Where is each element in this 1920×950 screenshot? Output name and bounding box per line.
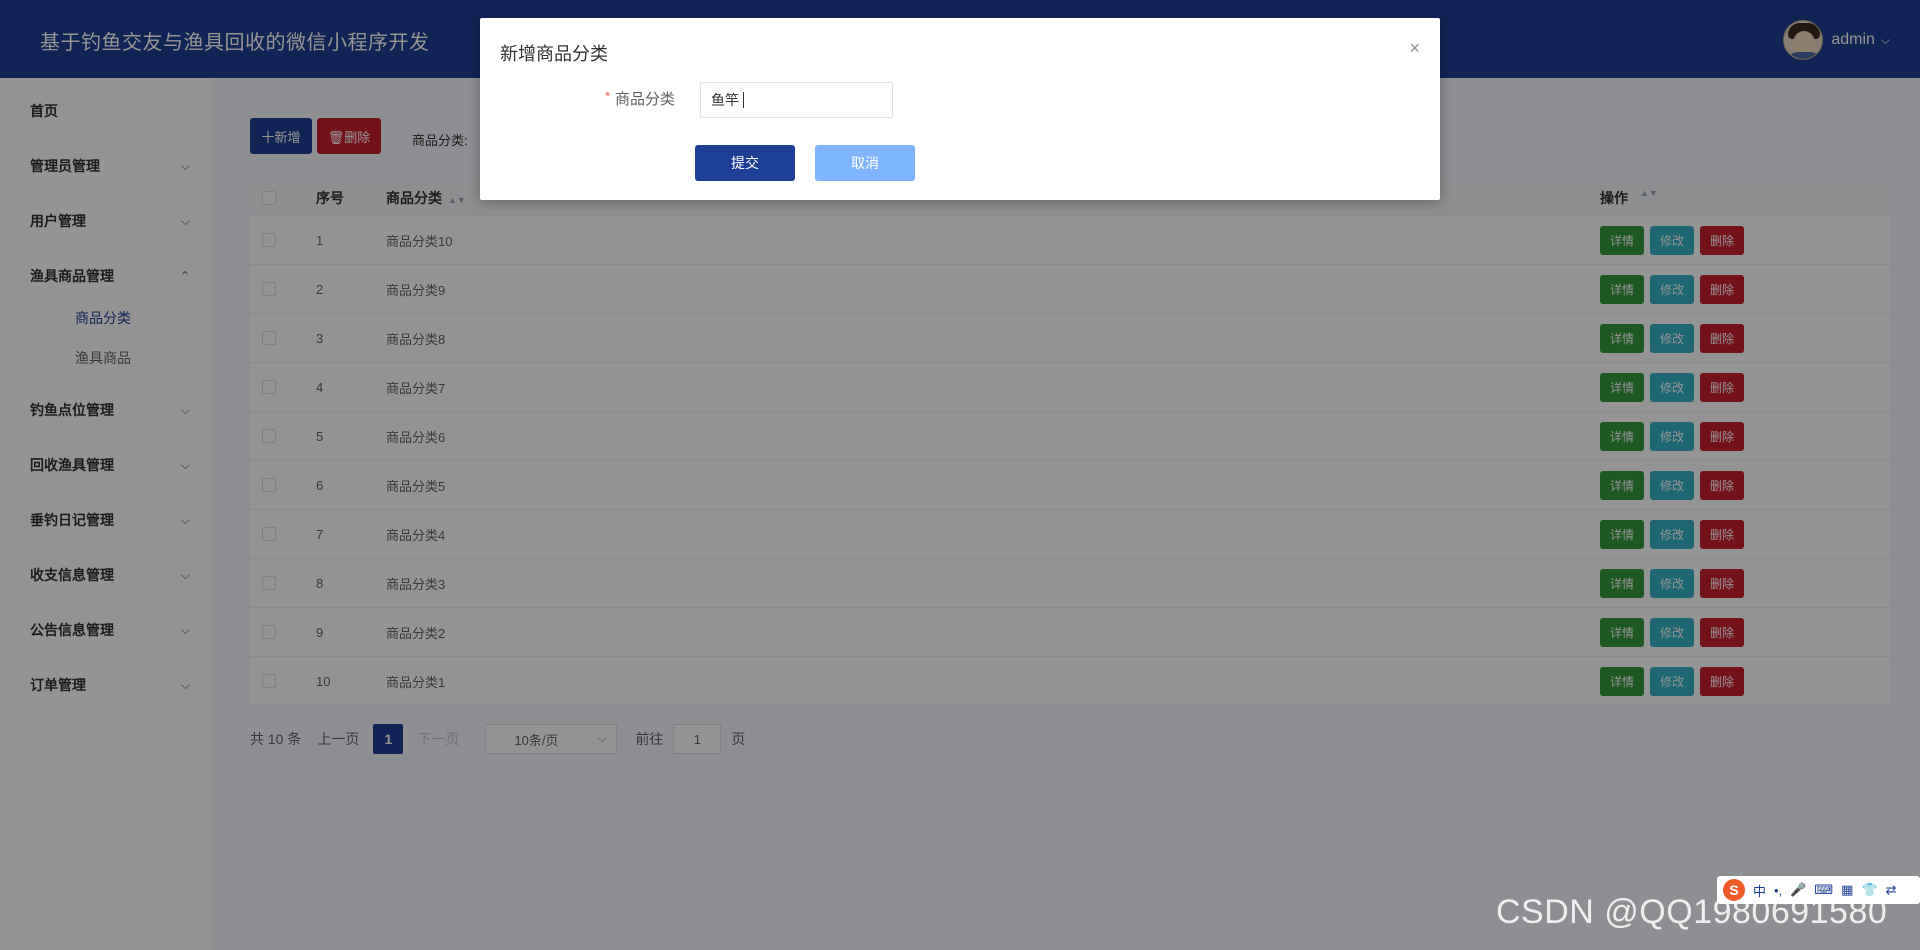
category-input[interactable]: 鱼竿 — [700, 82, 893, 118]
text-cursor-icon — [743, 92, 744, 108]
category-field-label: 商品分类 — [615, 91, 676, 108]
add-category-dialog: 新增商品分类 × * 商品分类 鱼竿 提交 取消 — [480, 18, 1440, 200]
submit-button[interactable]: 提交 — [695, 145, 795, 181]
close-icon[interactable]: × — [1409, 38, 1420, 59]
watermark: CSDN @QQ1980691580 — [1496, 893, 1888, 931]
dialog-title: 新增商品分类 — [500, 44, 608, 64]
cancel-button[interactable]: 取消 — [815, 145, 915, 181]
required-mark: * — [605, 88, 611, 104]
